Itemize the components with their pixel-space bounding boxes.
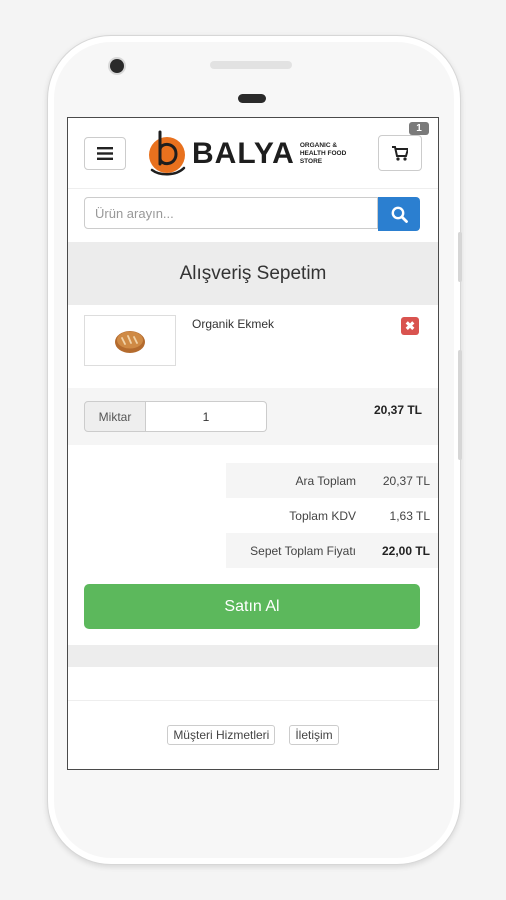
phone-side-button <box>458 232 462 282</box>
footer-links: Müşteri Hizmetleri İletişim <box>68 725 438 745</box>
header: BALYA ORGANIC & HEALTH FOOD STORE 1 <box>68 118 438 189</box>
total-label: Sepet Toplam Fiyatı <box>250 543 356 558</box>
phone-speaker <box>210 61 292 69</box>
search-bar <box>84 197 420 231</box>
quantity-label: Miktar <box>84 401 146 432</box>
bread-image <box>115 330 145 353</box>
cart-count-badge: 1 <box>409 122 429 135</box>
cart-button[interactable] <box>378 135 422 171</box>
quantity-input[interactable]: 1 <box>146 401 267 432</box>
cart-icon <box>392 145 408 161</box>
search-button[interactable] <box>378 197 420 231</box>
quantity-row: Miktar 1 20,37 TL <box>68 388 438 445</box>
subtotal-value: 20,37 TL <box>382 473 430 488</box>
subtotal-row: Ara Toplam 20,37 TL <box>226 463 438 498</box>
search-input[interactable] <box>84 197 378 229</box>
hamburger-icon <box>97 147 113 160</box>
product-name[interactable]: Organik Ekmek <box>192 317 274 331</box>
totals-table: Ara Toplam 20,37 TL Toplam KDV 1,63 TL S… <box>226 463 438 568</box>
logo[interactable]: BALYA ORGANIC & HEALTH FOOD STORE <box>146 128 360 180</box>
page-title-bar: Alışveriş Sepetim <box>68 242 438 305</box>
logo-mark-icon <box>146 130 186 176</box>
search-icon <box>391 206 408 223</box>
contact-link[interactable]: İletişim <box>289 725 339 745</box>
phone-side-button <box>458 350 462 460</box>
tax-value: 1,63 TL <box>389 508 430 523</box>
menu-button[interactable] <box>84 137 126 170</box>
phone-camera <box>110 59 124 73</box>
close-icon: ✖ <box>404 319 416 333</box>
logo-text: BALYA <box>192 137 295 170</box>
remove-item-button[interactable]: ✖ <box>401 317 419 335</box>
footer-divider <box>68 700 438 701</box>
item-price: 20,37 TL <box>373 403 422 417</box>
phone-earpiece <box>238 94 266 103</box>
page-title: Alışveriş Sepetim <box>179 262 327 284</box>
total-value: 22,00 TL <box>381 543 430 558</box>
buy-button[interactable]: Satın Al <box>84 584 420 629</box>
app-screen: BALYA ORGANIC & HEALTH FOOD STORE 1 Alış… <box>67 117 439 770</box>
tax-row: Toplam KDV 1,63 TL <box>226 498 438 533</box>
cart-item: Organik Ekmek ✖ <box>68 305 438 388</box>
section-divider <box>68 645 438 667</box>
product-thumbnail[interactable] <box>84 315 176 366</box>
subtotal-label: Ara Toplam <box>295 473 356 488</box>
customer-service-link[interactable]: Müşteri Hizmetleri <box>167 725 276 745</box>
tax-label: Toplam KDV <box>289 508 356 523</box>
total-row: Sepet Toplam Fiyatı 22,00 TL <box>226 533 438 568</box>
logo-subtitle: ORGANIC & HEALTH FOOD STORE <box>299 142 347 165</box>
